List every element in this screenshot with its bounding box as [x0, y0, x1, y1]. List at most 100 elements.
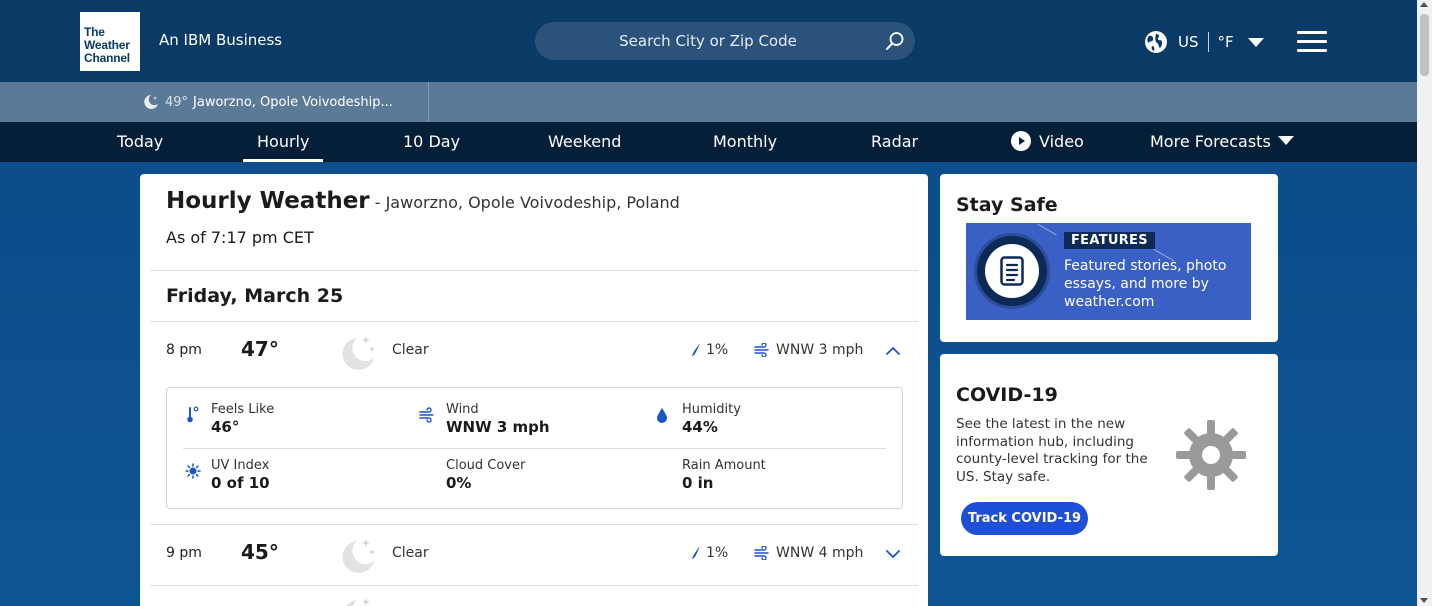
- hour-temp: 47°: [241, 337, 279, 361]
- hour-wind: WNW 4 mph: [776, 545, 864, 561]
- nav-more-forecasts[interactable]: More Forecasts: [1150, 122, 1294, 162]
- uv-index-icon: [185, 463, 201, 479]
- features-badge: [974, 233, 1050, 309]
- chevron-down-icon[interactable]: [1247, 37, 1264, 47]
- locale-selector[interactable]: US °F: [1144, 30, 1264, 54]
- humidity-icon: [657, 408, 667, 423]
- uv-index-label: UV Index: [211, 458, 270, 473]
- divider: [150, 270, 918, 271]
- nav-video-label: Video: [1039, 132, 1084, 151]
- nav-video[interactable]: Video: [1011, 122, 1084, 162]
- search-bar[interactable]: Search City or Zip Code: [535, 22, 915, 60]
- nav-hourly[interactable]: Hourly: [242, 122, 325, 162]
- feels-like-label: Feels Like: [211, 402, 275, 417]
- uv-index-detail: UV Index 0 of 10: [211, 458, 270, 492]
- precip-drop-icon: [692, 343, 700, 356]
- precip-drop-icon: [692, 546, 700, 559]
- locale-unit: °F: [1217, 33, 1234, 51]
- features-banner[interactable]: FEATURES Featured stories, photo essays,…: [966, 223, 1251, 320]
- divider: [428, 82, 429, 122]
- forecast-nav: Today Hourly 10 Day Weekend Monthly Rada…: [0, 122, 1417, 162]
- recent-location-name: Jaworzno, Opole Voivodeship...: [193, 94, 393, 110]
- locale-separator: [1207, 32, 1209, 52]
- moon-icon: [342, 539, 375, 573]
- nav-more-label: More Forecasts: [1150, 132, 1271, 151]
- locale-country: US: [1178, 33, 1199, 51]
- globe-icon: [1145, 31, 1167, 53]
- search-input[interactable]: Search City or Zip Code: [535, 32, 881, 50]
- humidity-label: Humidity: [682, 402, 741, 417]
- search-icon[interactable]: [885, 31, 905, 51]
- wind-icon: [419, 407, 434, 423]
- wind-detail: Wind WNW 3 mph: [446, 402, 550, 436]
- features-text: Featured stories, photo essays, and more…: [1064, 258, 1227, 310]
- hour-precip: 1%: [706, 342, 729, 358]
- decoration: [1037, 223, 1057, 236]
- thermometer-icon: [187, 406, 199, 423]
- features-tag: FEATURES: [1064, 232, 1155, 249]
- hour-time: 8 pm: [166, 342, 202, 358]
- covid-description: See the latest in the new information hu…: [956, 416, 1148, 485]
- uv-index-value: 0 of 10: [211, 474, 270, 492]
- divider: [183, 448, 886, 449]
- as-of-timestamp: As of 7:17 pm CET: [166, 228, 314, 247]
- wind-label: Wind: [446, 402, 479, 417]
- scroll-down-arrow-icon[interactable]: [1420, 598, 1428, 603]
- humidity-detail: Humidity 44%: [682, 402, 741, 436]
- cloud-cover-value: 0%: [446, 474, 472, 492]
- features-badge-inner: [985, 244, 1039, 298]
- moon-icon: [144, 95, 158, 109]
- page-scrollbar[interactable]: [1417, 0, 1432, 606]
- scroll-thumb[interactable]: [1420, 14, 1429, 76]
- hour-condition: Clear: [392, 342, 429, 358]
- feels-like-detail: Feels Like 46°: [211, 402, 274, 436]
- stay-safe-title: Stay Safe: [956, 194, 1058, 216]
- page-title: Hourly Weather: [166, 188, 370, 214]
- document-icon: [1000, 256, 1024, 286]
- logo-line-3: Channel: [84, 51, 130, 65]
- caret-down-icon: [1277, 136, 1294, 145]
- nav-monthly[interactable]: Monthly: [713, 122, 777, 162]
- nav-today[interactable]: Today: [117, 122, 163, 162]
- hour-temp: 45°: [241, 540, 279, 564]
- hourly-forecast-card: Hourly Weather - Jaworzno, Opole Voivode…: [140, 174, 928, 606]
- rain-amount-label: Rain Amount: [682, 458, 766, 473]
- rain-amount-value: 0 in: [682, 474, 714, 492]
- play-icon: [1011, 131, 1031, 151]
- recent-locations-bar: 49° Jaworzno, Opole Voivodeship...: [0, 82, 1417, 122]
- hour-row[interactable]: 8 pm 47° Clear 1% WNW 3 mph: [150, 322, 918, 382]
- weather-channel-logo[interactable]: The Weather Channel: [80, 12, 140, 71]
- recent-temp: 49°: [165, 94, 189, 110]
- covid-card: COVID-19 See the latest in the new infor…: [940, 354, 1278, 556]
- divider: [150, 585, 918, 586]
- humidity-value: 44%: [682, 418, 718, 436]
- menu-icon[interactable]: [1297, 31, 1327, 53]
- scroll-up-arrow-icon[interactable]: [1420, 2, 1428, 7]
- rain-amount-detail: Rain Amount 0 in: [682, 458, 766, 492]
- wind-icon: [754, 546, 769, 560]
- covid-title: COVID-19: [956, 384, 1058, 406]
- stay-safe-card: Stay Safe FEATURES Featured stories, pho…: [940, 174, 1278, 342]
- virus-icon: [1176, 420, 1246, 490]
- cloud-cover-detail: Cloud Cover 0%: [446, 458, 525, 492]
- moon-icon: [342, 336, 375, 370]
- recent-location[interactable]: 49° Jaworzno, Opole Voivodeship...: [142, 92, 393, 112]
- page-location: - Jaworzno, Opole Voivodeship, Poland: [369, 193, 680, 212]
- nav-weekend[interactable]: Weekend: [548, 122, 621, 162]
- track-covid-button[interactable]: Track COVID-19: [961, 502, 1088, 535]
- hour-row[interactable]: 9 pm 45° Clear 1% WNW 4 mph: [150, 525, 918, 585]
- feels-like-value: 46°: [211, 418, 240, 436]
- wind-icon: [754, 343, 769, 357]
- nav-radar[interactable]: Radar: [871, 122, 918, 162]
- hour-details-panel: Feels Like 46° Wind WNW 3 mph Humidity 4…: [166, 387, 903, 509]
- chevron-down-icon[interactable]: [884, 545, 902, 563]
- title-row: Hourly Weather - Jaworzno, Opole Voivode…: [166, 188, 680, 214]
- hour-condition: Clear: [392, 545, 429, 561]
- hour-wind: WNW 3 mph: [776, 342, 864, 358]
- day-heading: Friday, March 25: [166, 285, 344, 307]
- hour-precip: 1%: [706, 545, 729, 561]
- nav-10-day[interactable]: 10 Day: [403, 122, 460, 162]
- chevron-up-icon[interactable]: [884, 342, 902, 360]
- wind-value: WNW 3 mph: [446, 418, 550, 436]
- cloud-cover-label: Cloud Cover: [446, 458, 526, 473]
